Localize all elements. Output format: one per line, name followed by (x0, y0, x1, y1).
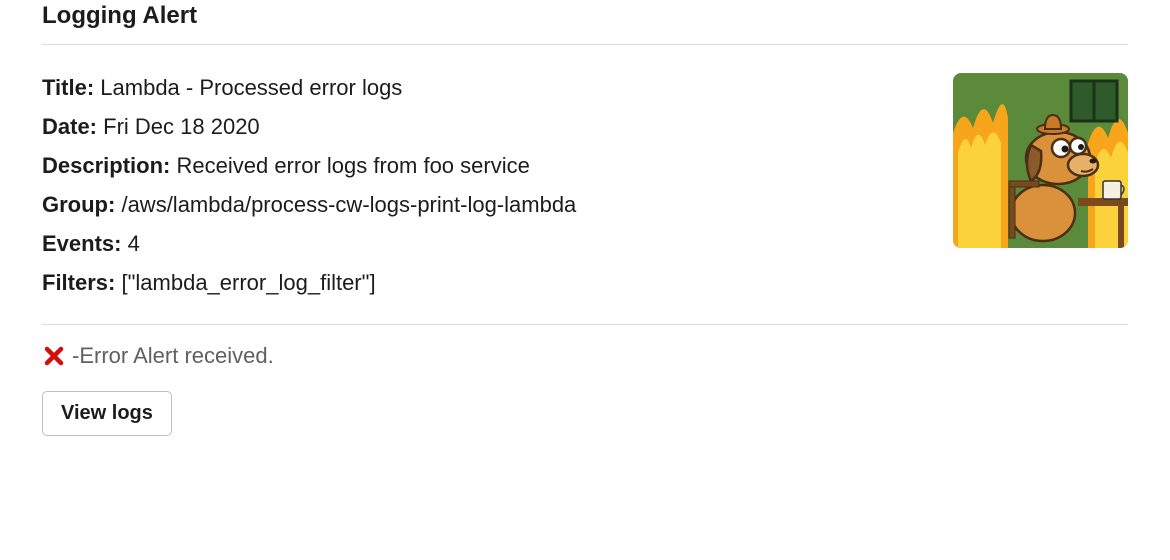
cross-x-icon (42, 344, 66, 368)
alert-thumbnail (953, 73, 1128, 248)
detail-label-date: Date: (42, 114, 97, 139)
detail-row-events: Events: 4 (42, 227, 929, 261)
detail-value-group: /aws/lambda/process-cw-logs-print-log-la… (121, 192, 576, 217)
detail-row-title: Title: Lambda - Processed error logs (42, 71, 929, 105)
detail-label-filters: Filters: (42, 270, 115, 295)
details-section: Title: Lambda - Processed error logs Dat… (42, 45, 1128, 324)
detail-value-filters: ["lambda_error_log_filter"] (121, 270, 375, 295)
details-list: Title: Lambda - Processed error logs Dat… (42, 71, 929, 306)
detail-value-events: 4 (128, 231, 140, 256)
detail-label-title: Title: (42, 75, 94, 100)
detail-row-date: Date: Fri Dec 18 2020 (42, 110, 929, 144)
view-logs-button[interactable]: View logs (42, 391, 172, 436)
alert-title: Logging Alert (42, 2, 197, 29)
status-row: - Error Alert received. (42, 325, 1128, 391)
detail-value-title: Lambda - Processed error logs (100, 75, 402, 100)
status-separator: - (72, 343, 79, 369)
status-text: Error Alert received. (79, 343, 273, 369)
detail-label-group: Group: (42, 192, 115, 217)
this-is-fine-dog-icon (953, 73, 1128, 248)
detail-value-description: Received error logs from foo service (176, 153, 529, 178)
detail-row-group: Group: /aws/lambda/process-cw-logs-print… (42, 188, 929, 222)
alert-header: Logging Alert (42, 0, 1128, 44)
detail-label-events: Events: (42, 231, 121, 256)
detail-row-filters: Filters: ["lambda_error_log_filter"] (42, 266, 929, 300)
detail-value-date: Fri Dec 18 2020 (103, 114, 260, 139)
detail-label-description: Description: (42, 153, 170, 178)
actions-row: View logs (42, 391, 1128, 436)
detail-row-description: Description: Received error logs from fo… (42, 149, 929, 183)
